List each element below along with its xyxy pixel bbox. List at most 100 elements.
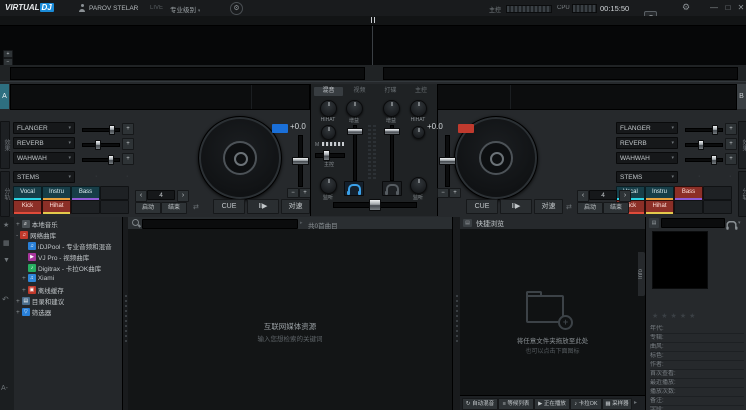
search-options-arrow[interactable]: ▸ (300, 220, 303, 226)
playlists-icon[interactable]: ▦ (3, 239, 10, 247)
deck-b-fx2-slider[interactable] (685, 143, 723, 147)
deck-a-fx2-add-button[interactable]: + (122, 138, 134, 150)
deck-a-waveform[interactable] (10, 84, 310, 110)
deck-b-stems-select[interactable]: STEMS▾ (616, 171, 678, 183)
tree-item-xiami[interactable]: +♫Xiami (22, 274, 54, 282)
deck-a-pad-instru[interactable]: Instru (42, 186, 71, 200)
maximize-button[interactable]: □ (723, 2, 733, 14)
more-arrow-icon[interactable]: ▸ (634, 399, 637, 406)
deck-b-fx2-select[interactable]: REVERB▾ (616, 137, 678, 149)
deck-b-play-button[interactable]: Ⅱ▶ (500, 199, 532, 214)
deck-a-cue-button[interactable]: CUE (213, 199, 245, 214)
deck-a-pfl-button[interactable] (344, 181, 364, 196)
deck-b-fx3-select[interactable]: WAHWAH▾ (616, 152, 678, 164)
deck-b-waveform[interactable] (437, 84, 737, 110)
deck-a-pad-empty[interactable] (100, 186, 129, 200)
rating-stars[interactable]: ★★★★★ (652, 312, 698, 320)
tree-item-online-catalogs[interactable]: -♫网络曲库 (16, 230, 56, 240)
deck-b-fx1-slider-cap[interactable] (712, 125, 718, 135)
deck-b-pad-empty[interactable] (703, 186, 732, 200)
settings-gear-icon[interactable]: ⚙ (682, 2, 690, 13)
deck-b-pitch-plus-button[interactable]: + (449, 188, 461, 198)
deck-a-fx1-select[interactable]: FLANGER▾ (13, 122, 75, 134)
tree-item-local-music[interactable]: +♬本地音乐 (16, 219, 58, 229)
deck-a-pad-empty[interactable] (71, 200, 100, 214)
tree-item-folders-suggestions[interactable]: +▤目录和建议 (16, 296, 64, 306)
deck-a-sync-button[interactable]: 对速 (281, 199, 310, 214)
deck-b-tab[interactable]: B (737, 84, 746, 109)
mic-volume-knob[interactable] (321, 125, 336, 140)
deck-a-pad-vocal[interactable]: Vocal (13, 186, 42, 200)
deck-a-tab[interactable]: A (0, 84, 9, 109)
deck-a-fx3-add-button[interactable]: + (122, 153, 134, 165)
headphone-volume-knob-left[interactable] (320, 177, 337, 194)
deck-a-pad-hihat[interactable]: Hihat (42, 200, 71, 214)
deck-a-pitch-minus-button[interactable]: − (287, 188, 299, 198)
deck-b-pitch-cap[interactable] (439, 157, 456, 165)
deck-a-fx3-slider-cap[interactable] (108, 155, 114, 165)
deck-a-pad-bass[interactable]: Bass (71, 186, 100, 200)
prelisten-search-input[interactable] (661, 218, 725, 228)
deck-b-sync-button[interactable]: 对速 (534, 199, 563, 214)
deck-a-stems-sidetab[interactable]: 分轨 (0, 171, 10, 217)
wave-zoom-in-button[interactable]: + (3, 50, 13, 58)
live-button[interactable]: LIVE (150, 5, 163, 11)
close-button[interactable]: ✕ (736, 2, 746, 14)
mixer-tab-video[interactable]: 视频 (345, 87, 374, 96)
karaoke-button[interactable]: ♪ 卡拉OK (570, 398, 602, 410)
mixer-tab-scratch[interactable]: 打碟 (376, 87, 405, 96)
deck-a-loop-double-button[interactable]: › (177, 190, 189, 202)
headphone-volume-knob-right[interactable] (410, 177, 427, 194)
deck-a-fx3-select[interactable]: WAHWAH▾ (13, 152, 75, 164)
tree-item-vjpro[interactable]: ▶VJ Pro - 视频曲库 (28, 252, 89, 262)
deck-a-fx1-add-button[interactable]: + (122, 123, 134, 135)
deck-a-fx2-slider-cap[interactable] (95, 140, 101, 150)
deck-a-song-overview[interactable] (10, 67, 365, 80)
deck-b-loop-out-button[interactable]: 结束 (603, 202, 629, 214)
deck-a-fx2-slider[interactable] (82, 143, 120, 147)
cue-mix-knob[interactable] (412, 126, 425, 139)
deck-b-loop-double-button[interactable]: › (619, 190, 631, 202)
sampler-button[interactable]: ▦ 采样器 (602, 398, 632, 410)
mixer-tab-master[interactable]: 主控 (407, 87, 435, 96)
deck-b-song-overview[interactable] (383, 67, 738, 80)
deck-a-fx2-select[interactable]: REVERB▾ (13, 137, 75, 149)
deck-a-volume-cap[interactable] (347, 128, 363, 135)
font-size-icon[interactable]: A- (1, 385, 8, 392)
deck-b-pitch-minus-button[interactable]: − (437, 188, 449, 198)
deck-a-stems-select[interactable]: STEMS▾ (13, 171, 75, 183)
deck-a-beatjump-icon[interactable]: ⇄ (193, 203, 199, 211)
deck-b-pad-hihat[interactable]: Hihat (645, 200, 674, 214)
deck-a-loop-size[interactable]: 4 (147, 190, 175, 200)
crossfader-cap[interactable] (369, 199, 381, 211)
master-volume-slider[interactable] (315, 153, 345, 158)
deck-a-loop-out-button[interactable]: 结束 (161, 202, 187, 214)
deck-b-volume-cap[interactable] (384, 128, 400, 135)
prelisten-headphone-icon[interactable] (726, 221, 736, 228)
deck-b-loop-size[interactable]: 4 (589, 190, 617, 200)
track-list-panel[interactable]: 互联网媒体资源 输入您想检索的关键词 (128, 229, 452, 410)
deck-a-play-button[interactable]: Ⅱ▶ (247, 199, 279, 214)
user-name[interactable]: PAROV STELAR (89, 5, 138, 12)
deck-b-loop-in-button[interactable]: 启动 (577, 202, 603, 214)
deck-b-loop-half-button[interactable]: ‹ (577, 190, 589, 202)
deck-b-pad-empty[interactable] (674, 200, 703, 214)
tree-item-digitrax[interactable]: ♪Digitrax - 卡拉OK曲库 (28, 263, 101, 273)
deck-a-fx-sidetab[interactable]: 效果 (0, 121, 10, 169)
deck-b-gain-knob[interactable] (383, 100, 400, 117)
deck-b-filter-knob[interactable] (410, 100, 427, 117)
info-menu-icon[interactable]: ▤ (649, 218, 659, 228)
search-input[interactable] (142, 219, 298, 229)
automix-button[interactable]: ↻ 自动混音 (462, 398, 498, 410)
deck-a-pad-kick[interactable]: Kick (13, 200, 42, 214)
deck-a-loop-in-button[interactable]: 启动 (135, 202, 161, 214)
deck-b-fx3-slider[interactable] (685, 158, 723, 162)
deck-a-jog-wheel[interactable] (198, 116, 282, 200)
tree-item-idjpool[interactable]: ♫iDJPool - 专业音频和混音 (28, 241, 112, 251)
tree-item-offline-cache[interactable]: +▣离线缓存 (22, 285, 64, 295)
deck-a-filter-knob[interactable] (320, 100, 337, 117)
deck-a-fx1-slider-cap[interactable] (109, 125, 115, 135)
favorites-icon[interactable]: ★ (3, 221, 9, 229)
mixer-tab-mixer[interactable]: 混音 (314, 87, 343, 96)
deck-a-gain-knob[interactable] (346, 100, 363, 117)
